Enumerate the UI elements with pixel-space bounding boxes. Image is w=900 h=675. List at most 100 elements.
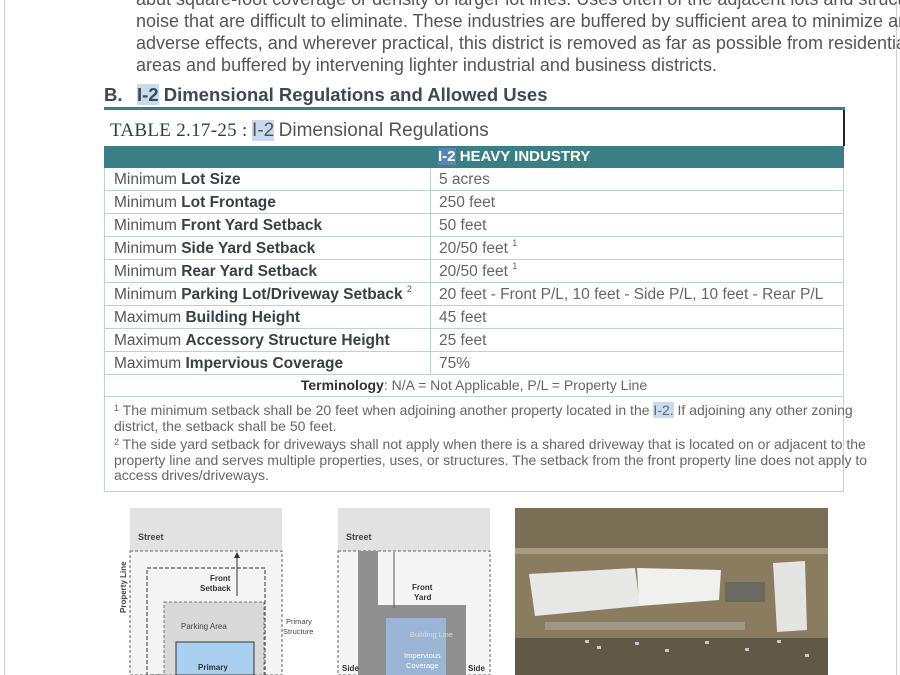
row-label: Minimum Lot Size (114, 171, 241, 189)
row-label-prefix: Minimum (114, 240, 177, 257)
terminology-label: Terminology (300, 377, 384, 393)
table-row: Maximum Impervious Coverage 75% (104, 352, 844, 375)
table-number: TABLE 2.17-25 : (110, 120, 248, 141)
table-footnotes: 1 The minimum setback shall be 20 feet w… (104, 397, 868, 492)
side-label-left: Side (342, 664, 359, 673)
column-divider (430, 283, 431, 305)
row-value-text: 25 feet (439, 332, 487, 349)
row-value-footnote-marker: 1 (512, 261, 518, 271)
row-value-text: 45 feet (439, 309, 487, 326)
page-left-edge (4, 0, 5, 675)
footnote-district-code: I-2. (653, 402, 674, 418)
column-divider (430, 260, 431, 282)
primary-label: Primary (198, 663, 228, 672)
row-value: 20/50 feet 1 (439, 238, 518, 258)
row-value: 45 feet (439, 309, 486, 327)
header-district-code: I-2 (438, 148, 456, 165)
table-row: Minimum Front Yard Setback 50 feet (104, 214, 844, 237)
front-setback-label-1: Front (210, 574, 231, 583)
footnote-2: 2 The side yard setback for driveways sh… (114, 436, 868, 484)
building-line-label: Building Line (410, 630, 453, 639)
footnote-text: The minimum setback shall be 20 feet whe… (122, 402, 654, 418)
row-label-name: Accessory Structure Height (185, 332, 390, 349)
table-row: Maximum Accessory Structure Height 25 fee… (104, 329, 844, 352)
column-divider (430, 329, 431, 351)
column-divider (430, 168, 431, 190)
table-row: Minimum Rear Yard Setback 20/50 feet 1 (104, 260, 844, 283)
footnote-text: The side yard setback for driveways shal… (122, 436, 866, 452)
side-label-right: Side (468, 664, 485, 673)
impervious-label-2: Coverage (406, 661, 439, 670)
row-label: Minimum Front Yard Setback (114, 217, 322, 235)
intro-paragraph: abut square-foot coverage or density of … (136, 0, 900, 76)
row-value: 5 acres (439, 171, 490, 189)
row-label: Minimum Parking Lot/Driveway Setback 2 (114, 284, 412, 304)
coverage-diagram: Street Front Yard Building Line Impervio… (330, 508, 500, 675)
row-value: 25 feet (439, 332, 486, 350)
table-row: Minimum Parking Lot/Driveway Setback 2 20… (104, 283, 844, 306)
street-label: Street (138, 532, 164, 542)
primary-structure-label-2: Structure (283, 627, 313, 636)
row-value: 50 feet (439, 217, 486, 235)
primary-structure-label-1: Primary (286, 617, 312, 626)
row-label-name: Rear Yard Setback (181, 263, 318, 280)
impervious-label-1: Impervious (404, 651, 441, 660)
row-value-text: 20/50 feet (439, 263, 508, 280)
section-letter: B. (104, 84, 123, 105)
row-label: Maximum Accessory Structure Height (114, 332, 390, 350)
table-title-text: Dimensional Regulations (278, 120, 489, 141)
table-district-code: I-2 (252, 120, 275, 141)
row-value-text: 20 feet - Front P/L, 10 feet - Side P/L,… (439, 286, 824, 303)
table-title: TABLE 2.17-25 : I-2 Dimensional Regulati… (104, 110, 845, 146)
row-label: Maximum Impervious Coverage (114, 355, 343, 373)
row-label-prefix: Minimum (114, 286, 177, 303)
footnote-text: property line and serves multiple proper… (114, 451, 868, 468)
row-label: Minimum Lot Frontage (114, 194, 276, 212)
setback-diagram: Street Property Line Front Setback Parki… (106, 508, 328, 675)
district-column-header: I-2 HEAVY INDUSTRY (438, 148, 590, 165)
parking-area-label: Parking Area (181, 622, 227, 631)
district-code-highlight: I-2 (137, 84, 159, 105)
column-divider (430, 237, 431, 259)
terminology-text: : N/A = Not Applicable, P/L = Property L… (383, 377, 648, 393)
footnote-marker: 1 (114, 403, 120, 413)
row-value: 75% (439, 355, 470, 373)
row-label-prefix: Minimum (114, 194, 177, 211)
footnote-text: If adjoining any other zoning (673, 402, 853, 418)
terminology-row: Terminology: N/A = Not Applicable, P/L =… (104, 374, 844, 397)
row-label: Maximum Building Height (114, 309, 300, 327)
row-label-prefix: Maximum (114, 309, 182, 326)
footnote-text: district, the setback shall be 50 feet. (114, 417, 337, 434)
row-value-text: 75% (439, 355, 471, 372)
table-row: Maximum Building Height 45 feet (104, 306, 844, 329)
row-value: 20/50 feet 1 (439, 261, 518, 281)
intro-line: adverse effects, and wherever practical,… (136, 33, 900, 53)
column-divider (430, 191, 431, 213)
footnote-text: access drives/driveways. (114, 467, 269, 483)
row-value-footnote-marker: 1 (512, 238, 518, 248)
row-value-text: 20/50 feet (439, 240, 508, 257)
row-label-name: Front Yard Setback (181, 217, 323, 234)
intro-line: noise that are difficult to eliminate. T… (136, 11, 900, 31)
row-label-name: Lot Size (181, 171, 241, 188)
row-value-text: 250 feet (439, 194, 496, 211)
front-setback-label-2: Setback (200, 584, 231, 593)
row-label-name: Side Yard Setback (181, 240, 316, 257)
intro-line: areas and buffered by intervening lighte… (136, 55, 718, 75)
column-divider (430, 306, 431, 328)
row-value: 20 feet - Front P/L, 10 feet - Side P/L,… (439, 286, 823, 304)
row-label-footnote-marker: 2 (406, 284, 412, 294)
row-label-prefix: Minimum (114, 263, 177, 280)
section-title: Dimensional Regulations and Allowed Uses (163, 84, 548, 105)
row-label-prefix: Maximum (114, 355, 182, 372)
row-label-prefix: Minimum (114, 171, 177, 188)
row-label: Minimum Rear Yard Setback (114, 263, 317, 281)
row-label: Minimum Side Yard Setback (114, 240, 315, 258)
row-value-text: 5 acres (439, 171, 490, 188)
property-line-label: Property Line (119, 561, 128, 613)
table-row: Minimum Side Yard Setback 20/50 feet 1 (104, 237, 844, 260)
column-divider (430, 352, 431, 374)
row-label-prefix: Minimum (114, 217, 177, 234)
row-value: 250 feet (439, 194, 495, 212)
intro-line: abut square-foot coverage or density of … (136, 0, 900, 10)
